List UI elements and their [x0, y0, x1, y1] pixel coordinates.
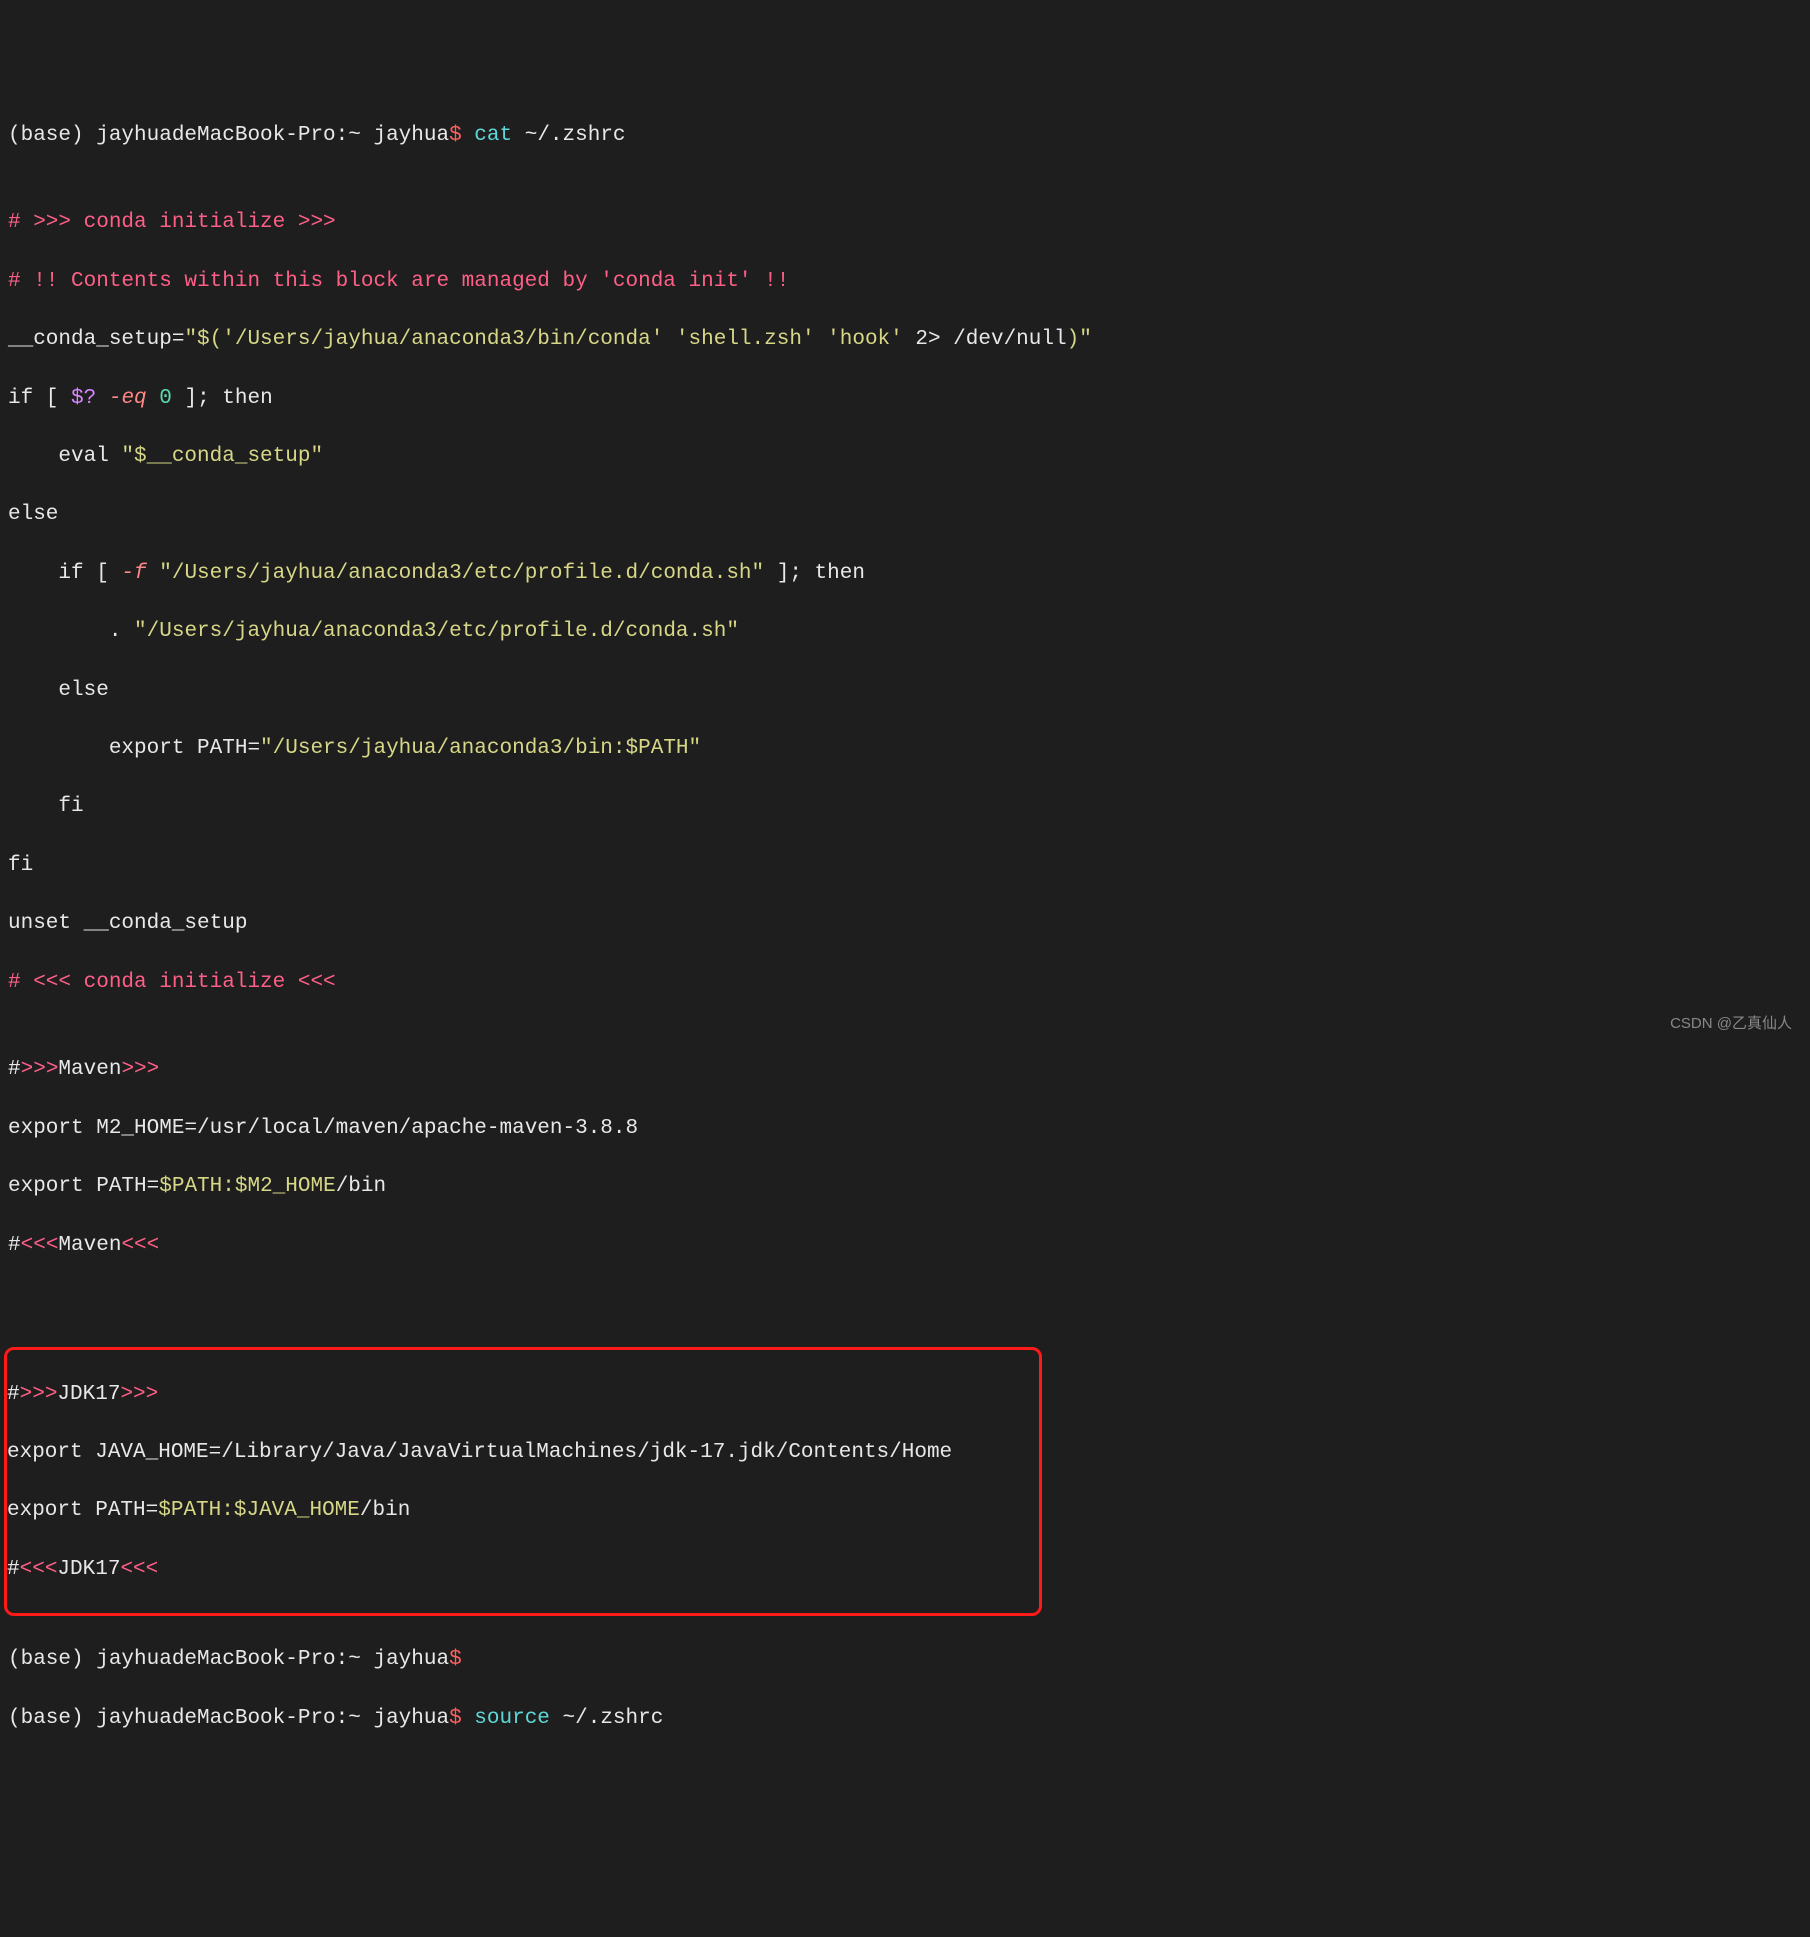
javahome-var: $JAVA_HOME — [234, 1499, 360, 1522]
file-path-string: "/Users/jayhua/anaconda3/etc/profile.d/c… — [159, 562, 764, 585]
export-path-maven: export PATH=$PATH:$M2_HOME/bin — [8, 1172, 1802, 1201]
path-value: "/Users/jayhua/anaconda3/bin:$PATH" — [260, 737, 701, 760]
prompt-line-1[interactable]: (base) jayhuadeMacBook-Pro:~ jayhua$ cat… — [8, 121, 1802, 150]
export-path-conda: export PATH="/Users/jayhua/anaconda3/bin… — [8, 734, 1802, 763]
eq: = — [147, 1175, 160, 1198]
export-path: export PATH — [7, 1499, 146, 1522]
command-arg: ~/.zshrc — [525, 124, 626, 147]
if-line-2: if [ -f "/Users/jayhua/anaconda3/etc/pro… — [8, 559, 1802, 588]
export-path-jdk: export PATH=$PATH:$JAVA_HOME/bin — [7, 1496, 1039, 1525]
file-test-flag: -f — [121, 562, 159, 585]
arrows: <<< — [120, 1558, 158, 1581]
host-label: jayhuadeMacBook-Pro:~ jayhua — [96, 124, 449, 147]
host-label: jayhuadeMacBook-Pro:~ jayhua — [96, 1707, 449, 1730]
subshell-close: )" — [1067, 328, 1092, 351]
fi-line-1: fi — [8, 792, 1802, 821]
then-keyword: ]; then — [764, 562, 865, 585]
eval-line: eval "$__conda_setup" — [8, 442, 1802, 471]
arrows: <<< — [20, 1558, 58, 1581]
var-assign: __conda_setup= — [8, 328, 184, 351]
env-label: (base) — [8, 1648, 96, 1671]
dot-source: . — [8, 620, 134, 643]
jdk17-highlight-box: #>>>JDK17>>> export JAVA_HOME=/Library/J… — [4, 1347, 1042, 1616]
path-var: $PATH — [158, 1499, 221, 1522]
command-source: source — [474, 1707, 562, 1730]
jdk17-footer: #<<<JDK17<<< — [7, 1555, 1039, 1584]
if-line-1: if [ $? -eq 0 ]; then — [8, 384, 1802, 413]
source-path: "/Users/jayhua/anaconda3/etc/profile.d/c… — [134, 620, 739, 643]
path-var: $PATH — [159, 1175, 222, 1198]
else-line-1: else — [8, 500, 1802, 529]
jdk17-header: #>>>JDK17>>> — [7, 1380, 1039, 1409]
env-label: (base) — [8, 124, 96, 147]
maven-footer: #<<<Maven<<< — [8, 1231, 1802, 1260]
conda-setup-line: __conda_setup="$('/Users/jayhua/anaconda… — [8, 325, 1802, 354]
bin-suffix: /bin — [336, 1175, 386, 1198]
arrows: >>> — [21, 1058, 59, 1081]
jdk-label: JDK17 — [57, 1383, 120, 1406]
subshell-args: '/Users/jayhua/anaconda3/bin/conda' 'she… — [222, 328, 903, 351]
prompt-dollar: $ — [449, 1648, 462, 1671]
prompt-line-3[interactable]: (base) jayhuadeMacBook-Pro:~ jayhua$ sou… — [8, 1704, 1802, 1733]
else-line-2: else — [8, 676, 1802, 705]
export-path: export PATH — [8, 1175, 147, 1198]
redirect: 2> /dev/null — [903, 328, 1067, 351]
prompt-dollar: $ — [449, 1707, 474, 1730]
m2home-var: $M2_HOME — [235, 1175, 336, 1198]
hash: # — [8, 1234, 21, 1257]
hash: # — [7, 1383, 20, 1406]
jdk-label: JDK17 — [57, 1558, 120, 1581]
source-line: . "/Users/jayhua/anaconda3/etc/profile.d… — [8, 617, 1802, 646]
then-keyword: ]; then — [172, 387, 273, 410]
maven-label: Maven — [58, 1234, 121, 1257]
zero-literal: 0 — [159, 387, 172, 410]
prompt-line-2[interactable]: (base) jayhuadeMacBook-Pro:~ jayhua$ — [8, 1645, 1802, 1674]
export-javahome: export JAVA_HOME=/Library/Java/JavaVirtu… — [7, 1438, 1039, 1467]
arrows: <<< — [121, 1234, 159, 1257]
maven-header: #>>>Maven>>> — [8, 1055, 1802, 1084]
export-keyword: export PATH= — [8, 737, 260, 760]
unset-line: unset __conda_setup — [8, 909, 1802, 938]
command-cat: cat — [474, 124, 524, 147]
hash: # — [7, 1558, 20, 1581]
eval-keyword: eval — [8, 445, 121, 468]
arrows: >>> — [20, 1383, 58, 1406]
comment-conda-managed: # !! Contents within this block are mana… — [8, 267, 1802, 296]
watermark-text: CSDN @乙真仙人 — [1670, 1009, 1792, 1038]
if-keyword: if [ — [8, 387, 71, 410]
prompt-dollar: $ — [449, 124, 474, 147]
command-arg: ~/.zshrc — [563, 1707, 664, 1730]
arrows: <<< — [21, 1234, 59, 1257]
fi-line-2: fi — [8, 851, 1802, 880]
host-label: jayhuadeMacBook-Pro:~ jayhua — [96, 1648, 449, 1671]
export-m2: export M2_HOME — [8, 1117, 184, 1140]
colon: : — [221, 1499, 234, 1522]
exit-status-var: $? — [71, 387, 96, 410]
arrows: >>> — [121, 1058, 159, 1081]
maven-label: Maven — [58, 1058, 121, 1081]
eq: = — [146, 1499, 159, 1522]
export-m2home: export M2_HOME=/usr/local/maven/apache-m… — [8, 1114, 1802, 1143]
hash: # — [8, 1058, 21, 1081]
comment-conda-end: # <<< conda initialize <<< — [8, 968, 1802, 997]
m2-path: =/usr/local/maven/apache-maven-3.8.8 — [184, 1117, 638, 1140]
bin-suffix: /bin — [360, 1499, 410, 1522]
colon: : — [222, 1175, 235, 1198]
if-keyword: if [ — [8, 562, 121, 585]
env-label: (base) — [8, 1707, 96, 1730]
export-java: export JAVA_HOME — [7, 1441, 209, 1464]
arrows: >>> — [120, 1383, 158, 1406]
subshell-open: "$( — [184, 328, 222, 351]
eq-operator: -eq — [96, 387, 159, 410]
java-path: =/Library/Java/JavaVirtualMachines/jdk-1… — [209, 1441, 953, 1464]
eval-arg: "$__conda_setup" — [121, 445, 323, 468]
comment-conda-start: # >>> conda initialize >>> — [8, 208, 1802, 237]
